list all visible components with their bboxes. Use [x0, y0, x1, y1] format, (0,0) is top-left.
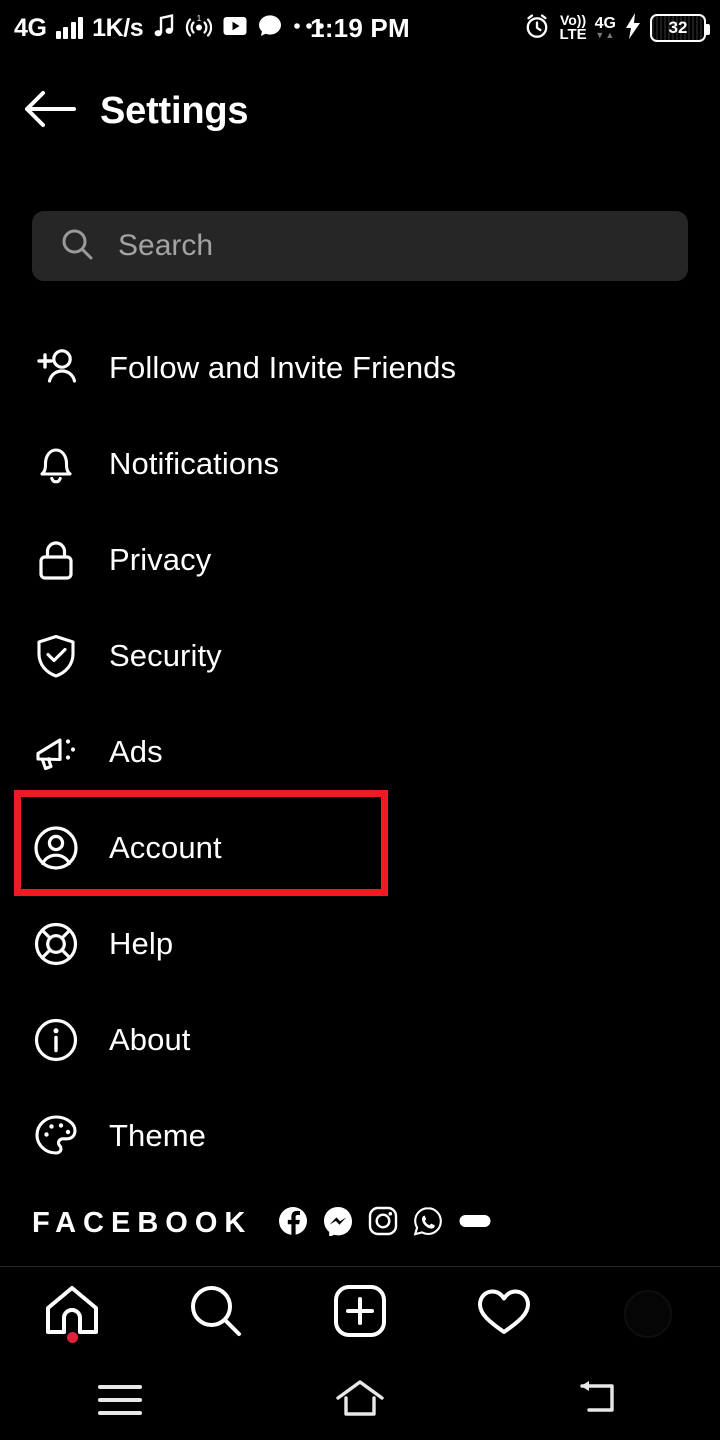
svg-text:1: 1	[197, 14, 202, 23]
bottom-nav-add-post[interactable]	[288, 1267, 432, 1360]
net-updown-arrows: ▼▲	[595, 30, 616, 41]
menu-item-security[interactable]: Security	[0, 608, 720, 704]
search-box[interactable]: Search	[32, 211, 688, 281]
messenger-icon[interactable]	[323, 1206, 353, 1241]
profile-avatar-icon	[624, 1289, 672, 1338]
page-header: Settings	[0, 56, 720, 166]
whatsapp-icon[interactable]	[413, 1206, 443, 1241]
bottom-navigation-bar	[0, 1267, 720, 1360]
recents-menu-icon	[98, 1385, 142, 1415]
menu-item-label: Follow and Invite Friends	[109, 350, 457, 385]
facebook-app-icons	[278, 1206, 492, 1241]
bottom-nav-profile[interactable]	[576, 1267, 720, 1360]
android-system-nav	[0, 1360, 720, 1440]
charging-bolt-icon	[624, 12, 642, 45]
android-recents-button[interactable]	[0, 1360, 240, 1440]
bottom-nav-home[interactable]	[0, 1267, 144, 1360]
menu-item-label: Theme	[109, 1118, 206, 1153]
account-circle-icon	[32, 824, 80, 872]
back-arrow-icon	[577, 1378, 623, 1423]
lifebuoy-icon	[32, 920, 80, 968]
palette-icon	[32, 1112, 80, 1160]
signal-bars-icon	[55, 17, 84, 39]
status-bar: 4G 1K/s 1 1:19 PM Vo)) LTE 4G ▼▲ 32	[0, 0, 720, 56]
megaphone-icon	[32, 728, 80, 776]
search-bar[interactable]: Search	[32, 211, 688, 281]
search-icon	[60, 227, 94, 266]
menu-item-follow-and-invite-friends[interactable]: Follow and Invite Friends	[0, 320, 720, 416]
battery-indicator: 32	[650, 14, 710, 42]
search-input-placeholder[interactable]: Search	[118, 229, 213, 263]
heart-icon	[475, 1285, 533, 1342]
arrow-left-icon	[22, 88, 78, 135]
volte-bottom-label: LTE	[559, 25, 587, 43]
search-icon	[188, 1283, 244, 1344]
menu-item-label: Help	[109, 926, 174, 961]
menu-item-label: Privacy	[109, 542, 212, 577]
volte-icon: Vo)) LTE	[559, 13, 587, 43]
menu-item-label: Ads	[109, 734, 163, 769]
android-back-button[interactable]	[480, 1360, 720, 1440]
signal-4g-icon: 4G ▼▲	[595, 16, 616, 40]
menu-item-help[interactable]: Help	[0, 896, 720, 992]
settings-menu-list: Follow and Invite Friends Notifications …	[0, 320, 720, 1184]
bell-icon	[32, 440, 80, 488]
net-label: 4G	[594, 15, 616, 33]
bottom-nav-activity[interactable]	[432, 1267, 576, 1360]
facebook-section-label: FACEBOOK	[32, 1207, 253, 1239]
shield-check-icon	[32, 632, 80, 680]
chat-bubble-icon	[257, 14, 283, 43]
add-post-icon	[333, 1284, 387, 1343]
person-add-icon	[32, 344, 80, 392]
home-outline-icon	[335, 1378, 385, 1423]
instagram-icon[interactable]	[368, 1206, 398, 1241]
battery-level-label: 32	[668, 18, 688, 37]
menu-item-about[interactable]: About	[0, 992, 720, 1088]
info-circle-icon	[32, 1016, 80, 1064]
menu-item-privacy[interactable]: Privacy	[0, 512, 720, 608]
menu-item-label: About	[109, 1022, 191, 1057]
more-dots-icon	[292, 19, 326, 37]
home-badge-dot	[67, 1332, 78, 1343]
cast-icon: 1	[185, 13, 213, 44]
bottom-nav-search[interactable]	[144, 1267, 288, 1360]
facebook-family-section: FACEBOOK	[32, 1206, 492, 1241]
network-type-label: 4G	[14, 13, 47, 42]
menu-item-label: Account	[109, 830, 222, 865]
menu-item-label: Security	[109, 638, 222, 673]
lock-icon	[32, 536, 80, 584]
alarm-icon	[523, 12, 551, 45]
menu-item-account[interactable]: Account	[0, 800, 720, 896]
menu-item-theme[interactable]: Theme	[0, 1088, 720, 1184]
menu-item-notifications[interactable]: Notifications	[0, 416, 720, 512]
oculus-icon[interactable]	[458, 1210, 492, 1237]
android-home-button[interactable]	[240, 1360, 480, 1440]
youtube-icon	[222, 15, 248, 42]
status-bar-right: Vo)) LTE 4G ▼▲ 32	[523, 12, 710, 45]
facebook-icon[interactable]	[278, 1206, 308, 1241]
menu-item-ads[interactable]: Ads	[0, 704, 720, 800]
music-note-icon	[152, 13, 176, 44]
back-button[interactable]	[0, 61, 100, 161]
data-rate-label: 1K/s	[92, 13, 144, 42]
instagram-settings-screen: 4G 1K/s 1 1:19 PM Vo)) LTE 4G ▼▲ 32 Sett…	[0, 0, 720, 1440]
menu-item-label: Notifications	[109, 446, 280, 481]
page-title: Settings	[100, 89, 249, 132]
status-bar-left: 4G 1K/s 1	[14, 13, 326, 44]
